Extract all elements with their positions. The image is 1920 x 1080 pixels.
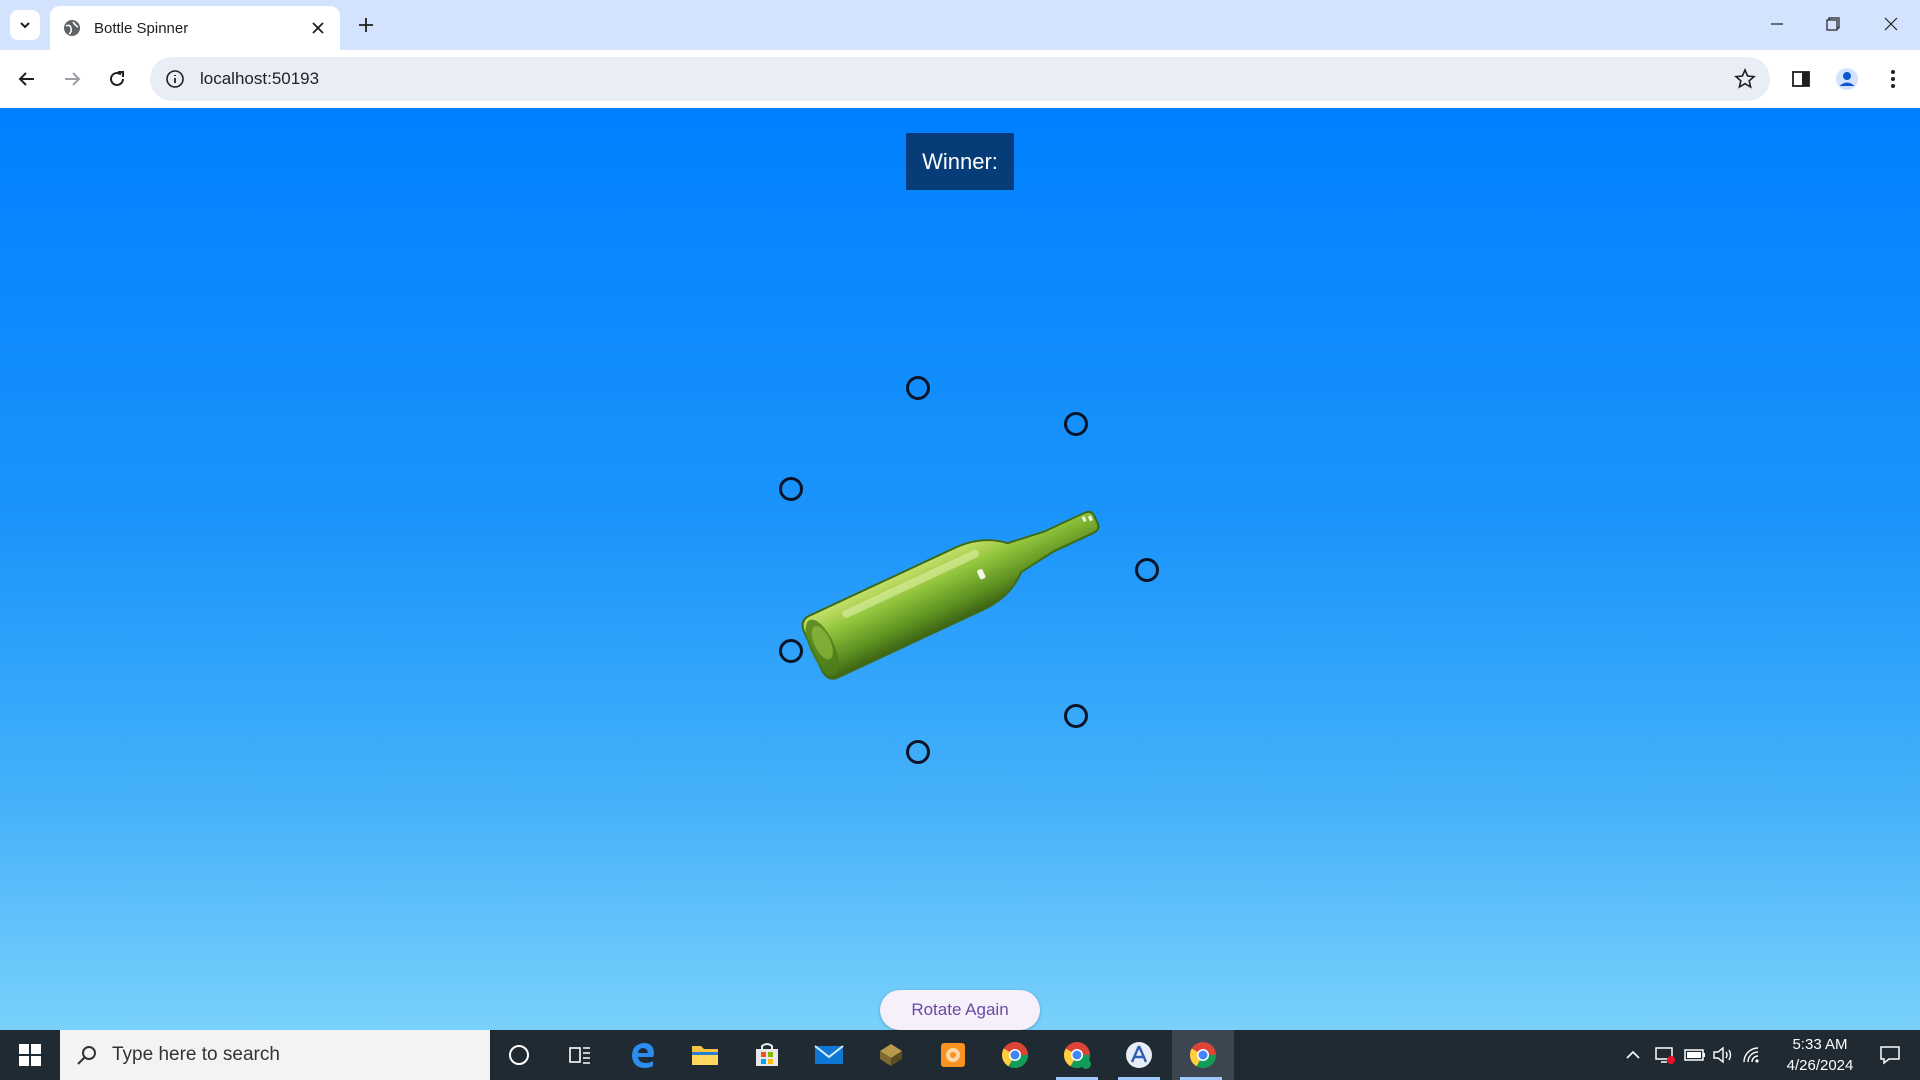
arrow-left-icon [18,72,34,86]
game-canvas: Winner: Rotate Again [0,108,1920,1030]
chrome-active-icon [1189,1042,1217,1069]
taskbar: Type here to search 5:33 AM 4/26/2024 [0,1030,1920,1080]
browser-menu-button[interactable] [1876,62,1910,96]
profile-button[interactable] [1830,62,1864,96]
new-tab-button[interactable] [353,12,379,38]
action-center-button[interactable] [1868,1030,1912,1080]
paint-app[interactable] [924,1030,982,1080]
volume-button[interactable] [1710,1030,1736,1080]
restore-button[interactable] [1813,8,1853,40]
clock-time: 5:33 AM [1792,1036,1848,1053]
microsoft-store-app[interactable] [738,1030,796,1080]
file-explorer-icon [692,1046,718,1065]
side-panel-button[interactable] [1784,62,1818,96]
player-marker [1064,412,1088,436]
rotate-again-button[interactable]: Rotate Again [880,990,1040,1030]
app-icon [880,1044,902,1066]
close-window-button[interactable] [1871,8,1911,40]
cortana-icon [509,1045,529,1065]
cortana-button[interactable] [490,1030,548,1080]
monitor-alert-icon [1655,1047,1675,1064]
reload-icon [110,71,124,86]
reload-button[interactable] [100,62,134,96]
globe-icon [64,20,80,36]
speaker-icon [1713,1046,1732,1064]
browser-tabstrip: Bottle Spinner [0,0,1920,50]
player-marker [1064,704,1088,728]
network-status-button[interactable] [1652,1030,1678,1080]
tab-title: Bottle Spinner [94,19,189,37]
chrome-profile-icon [1063,1042,1091,1069]
start-button[interactable] [0,1030,60,1080]
winner-label: Winner: [906,133,1014,190]
mail-icon [814,1045,844,1064]
url-text[interactable]: localhost:50193 [200,69,319,89]
chevron-up-icon [1626,1050,1640,1059]
chrome-profile-app[interactable] [1048,1030,1106,1080]
tab-search-button[interactable] [10,10,40,40]
chrome-active-app[interactable] [1172,1030,1234,1080]
browser-tab[interactable]: Bottle Spinner [50,6,340,50]
paint-icon [941,1043,965,1067]
battery-icon [1684,1049,1705,1061]
restore-icon [1826,17,1840,31]
back-button[interactable] [10,62,44,96]
close-icon [1884,17,1898,31]
address-bar[interactable]: localhost:50193 [150,57,1770,101]
battery-button[interactable] [1682,1030,1708,1080]
search-placeholder: Type here to search [112,1044,280,1065]
microsoft-store-icon [756,1043,778,1066]
windows-logo-icon [19,1044,41,1066]
site-info-icon[interactable] [164,68,186,90]
app-store-icon [1126,1042,1152,1068]
browser-toolbar: localhost:50193 [0,50,1920,108]
system-clock[interactable]: 5:33 AM 4/26/2024 [1765,1034,1875,1076]
edge-icon [632,1043,654,1068]
mail-app[interactable] [800,1030,858,1080]
search-icon [77,1046,96,1065]
forward-button[interactable] [55,62,89,96]
plus-icon [359,18,373,32]
chevron-down-icon [20,22,30,29]
minimize-icon [1771,23,1783,25]
kebab-menu-icon [1891,70,1895,88]
side-panel-icon [1792,71,1810,87]
wifi-icon [1743,1047,1759,1063]
clock-date: 4/26/2024 [1786,1057,1854,1074]
edge-app[interactable] [614,1030,672,1080]
taskbar-search-box[interactable]: Type here to search [60,1030,490,1080]
file-explorer-app[interactable] [676,1030,734,1080]
player-marker [1135,558,1159,582]
arrow-right-icon [65,72,81,86]
player-marker [906,740,930,764]
taskbar-app[interactable] [862,1030,920,1080]
task-view-icon [569,1047,590,1064]
minimize-button[interactable] [1757,8,1797,40]
player-marker [906,376,930,400]
profile-avatar-icon [1836,68,1858,90]
task-view-button[interactable] [551,1030,609,1080]
chrome-icon [1001,1042,1029,1069]
tab-close-icon[interactable] [308,18,328,38]
bottle-image[interactable] [790,478,1130,688]
app-store-app[interactable] [1110,1030,1168,1080]
bookmark-star-icon[interactable] [1734,68,1756,90]
wifi-button[interactable] [1740,1030,1766,1080]
notification-icon [1880,1046,1900,1065]
chrome-app[interactable] [986,1030,1044,1080]
show-hidden-icons-button[interactable] [1622,1030,1644,1080]
